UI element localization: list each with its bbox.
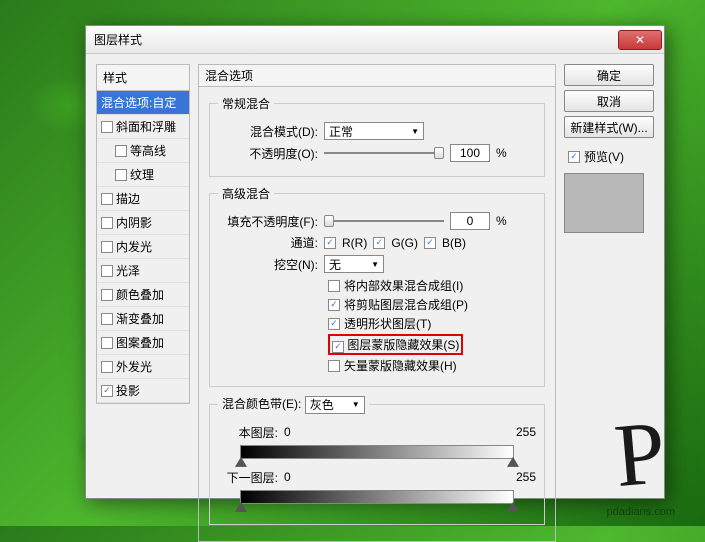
style-item-11[interactable]: 外发光 <box>97 355 189 379</box>
style-item-6[interactable]: 内发光 <box>97 235 189 259</box>
watermark-brush: P <box>611 401 670 508</box>
fill-opacity-input[interactable] <box>450 212 490 230</box>
channels-label: 通道: <box>218 234 318 251</box>
blend-mode-label: 混合模式(D): <box>218 123 318 140</box>
style-checkbox[interactable] <box>101 217 113 229</box>
preview-checkbox[interactable]: ✓ <box>568 151 580 163</box>
style-checkbox[interactable]: ✓ <box>101 385 113 397</box>
blend-mode-select[interactable]: 正常 ▼ <box>324 122 424 140</box>
advanced-legend: 高级混合 <box>218 185 274 202</box>
cancel-button[interactable]: 取消 <box>564 90 654 112</box>
style-checkbox[interactable] <box>115 169 127 181</box>
dialog-title: 图层样式 <box>94 31 618 48</box>
knockout-select[interactable]: 无 ▼ <box>324 255 384 273</box>
underlying-layer-label: 下一图层: <box>218 469 278 486</box>
preview-swatch <box>564 173 644 233</box>
style-item-8[interactable]: 颜色叠加 <box>97 283 189 307</box>
transparency-shapes-checkbox[interactable]: ✓ <box>328 318 340 330</box>
blend-interior-checkbox[interactable] <box>328 280 340 292</box>
style-item-0[interactable]: 混合选项:自定 <box>97 91 189 115</box>
style-item-7[interactable]: 光泽 <box>97 259 189 283</box>
blendif-channel-select[interactable]: 灰色 ▼ <box>305 396 365 414</box>
style-item-2[interactable]: 等高线 <box>97 139 189 163</box>
style-item-label: 内阴影 <box>116 214 152 231</box>
advanced-blend-group: 高级混合 填充不透明度(F): % 通道: ✓R(R) ✓G(G) ✓B(B) <box>209 185 545 387</box>
general-legend: 常规混合 <box>218 95 274 112</box>
blendif-legend: 混合颜色带(E): 灰色 ▼ <box>218 395 369 414</box>
blend-options-header: 混合选项 <box>198 64 556 86</box>
style-item-label: 描边 <box>116 190 140 207</box>
blend-if-group: 混合颜色带(E): 灰色 ▼ 本图层: 0 255 <box>209 395 545 525</box>
opacity-input[interactable] <box>450 144 490 162</box>
general-blend-group: 常规混合 混合模式(D): 正常 ▼ 不透明度(O): <box>209 95 545 177</box>
close-button[interactable]: ✕ <box>618 30 662 50</box>
highlighted-option: ✓ 图层蒙版隐藏效果(S) <box>328 334 463 355</box>
vector-mask-hides-checkbox[interactable] <box>328 360 340 372</box>
chevron-down-icon: ▼ <box>411 127 419 136</box>
style-checkbox[interactable] <box>115 145 127 157</box>
style-item-label: 颜色叠加 <box>116 286 164 303</box>
style-item-12[interactable]: ✓投影 <box>97 379 189 403</box>
fill-opacity-label: 填充不透明度(F): <box>218 213 318 230</box>
new-style-button[interactable]: 新建样式(W)... <box>564 116 654 138</box>
style-checkbox[interactable] <box>101 265 113 277</box>
channel-b-checkbox[interactable]: ✓ <box>424 237 436 249</box>
style-checkbox[interactable] <box>101 289 113 301</box>
style-item-label: 斜面和浮雕 <box>116 118 176 135</box>
style-item-label: 混合选项:自定 <box>101 94 176 111</box>
layer-style-dialog: 图层样式 ✕ 样式 混合选项:自定斜面和浮雕等高线纹理描边内阴影内发光光泽颜色叠… <box>85 25 665 499</box>
style-item-9[interactable]: 渐变叠加 <box>97 307 189 331</box>
style-checkbox[interactable] <box>101 313 113 325</box>
knockout-label: 挖空(N): <box>218 256 318 273</box>
style-item-4[interactable]: 描边 <box>97 187 189 211</box>
blend-clipped-checkbox[interactable]: ✓ <box>328 299 340 311</box>
style-item-label: 等高线 <box>130 142 166 159</box>
style-item-label: 图案叠加 <box>116 334 164 351</box>
style-item-3[interactable]: 纹理 <box>97 163 189 187</box>
style-item-label: 外发光 <box>116 358 152 375</box>
underlying-layer-slider[interactable] <box>240 490 514 504</box>
layer-mask-hides-checkbox[interactable]: ✓ <box>332 341 344 353</box>
preview-label: 预览(V) <box>584 148 624 165</box>
this-layer-label: 本图层: <box>218 424 278 441</box>
close-icon: ✕ <box>635 33 645 47</box>
opacity-slider[interactable] <box>324 152 444 154</box>
style-item-label: 投影 <box>116 382 140 399</box>
ok-button[interactable]: 确定 <box>564 64 654 86</box>
style-item-label: 光泽 <box>116 262 140 279</box>
style-item-label: 渐变叠加 <box>116 310 164 327</box>
style-checkbox[interactable] <box>101 241 113 253</box>
style-checkbox[interactable] <box>101 361 113 373</box>
style-item-10[interactable]: 图案叠加 <box>97 331 189 355</box>
opacity-label: 不透明度(O): <box>218 145 318 162</box>
watermark-text: pdadians.com <box>607 506 676 518</box>
style-item-5[interactable]: 内阴影 <box>97 211 189 235</box>
style-item-1[interactable]: 斜面和浮雕 <box>97 115 189 139</box>
chevron-down-icon: ▼ <box>371 260 379 269</box>
style-item-label: 内发光 <box>116 238 152 255</box>
style-checkbox[interactable] <box>101 193 113 205</box>
style-checkbox[interactable] <box>101 121 113 133</box>
titlebar[interactable]: 图层样式 ✕ <box>86 26 664 54</box>
fill-opacity-slider[interactable] <box>324 220 444 222</box>
channel-r-checkbox[interactable]: ✓ <box>324 237 336 249</box>
style-item-label: 纹理 <box>130 166 154 183</box>
style-checkbox[interactable] <box>101 337 113 349</box>
styles-list: 混合选项:自定斜面和浮雕等高线纹理描边内阴影内发光光泽颜色叠加渐变叠加图案叠加外… <box>96 90 190 404</box>
chevron-down-icon: ▼ <box>352 400 360 409</box>
channel-g-checkbox[interactable]: ✓ <box>373 237 385 249</box>
this-layer-slider[interactable] <box>240 445 514 459</box>
styles-header: 样式 <box>96 64 190 90</box>
